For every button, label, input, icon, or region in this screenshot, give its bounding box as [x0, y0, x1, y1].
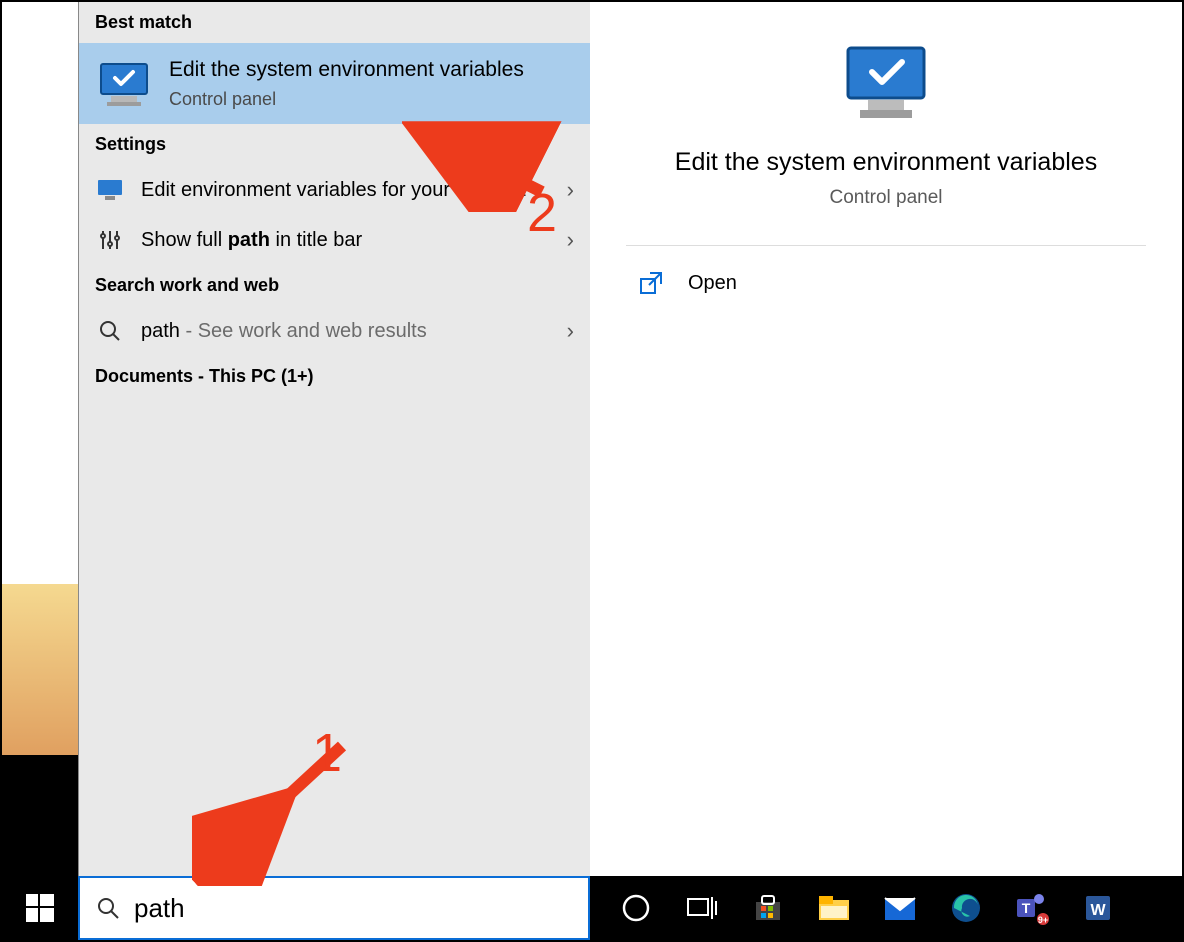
teams-icon[interactable]: T 9+	[1012, 888, 1052, 928]
best-match-title: Edit the system environment variables	[169, 57, 572, 83]
settings-item-show-full-path[interactable]: Show full path in title bar ›	[79, 215, 590, 265]
chevron-right-icon: ›	[567, 318, 574, 344]
word-icon[interactable]: W	[1078, 888, 1118, 928]
chevron-right-icon: ›	[567, 177, 574, 203]
result-preview-pane: Edit the system environment variables Co…	[590, 2, 1182, 876]
search-web-header: Search work and web	[79, 265, 590, 306]
microsoft-store-icon[interactable]	[748, 888, 788, 928]
taskbar: T 9+ W	[590, 876, 1182, 940]
settings-item-label: Edit environment variables for your acco…	[141, 178, 551, 203]
web-search-item[interactable]: path - See work and web results ›	[79, 306, 590, 356]
settings-item-edit-user-env-vars[interactable]: Edit environment variables for your acco…	[79, 165, 590, 215]
chevron-right-icon: ›	[567, 227, 574, 253]
svg-text:W: W	[1090, 902, 1106, 919]
preview-subtitle: Control panel	[829, 187, 942, 209]
taskbar-search-input[interactable]	[78, 876, 590, 940]
open-external-icon	[638, 270, 664, 296]
search-icon	[95, 320, 125, 342]
monitor-icon	[95, 179, 125, 201]
file-explorer-icon[interactable]	[814, 888, 854, 928]
edge-browser-icon[interactable]	[946, 888, 986, 928]
svg-text:T: T	[1022, 900, 1031, 916]
best-match-header: Best match	[79, 2, 590, 43]
search-text-field[interactable]	[134, 893, 572, 924]
start-button[interactable]	[2, 876, 78, 940]
settings-header: Settings	[79, 124, 590, 165]
sliders-icon	[95, 228, 125, 252]
search-results-panel: Best match Edit the system environment v…	[78, 2, 590, 876]
task-view-button[interactable]	[682, 888, 722, 928]
search-icon	[96, 896, 120, 920]
windows-logo-icon	[26, 894, 54, 922]
preview-title: Edit the system environment variables	[635, 148, 1137, 177]
monitor-check-icon	[97, 60, 151, 108]
monitor-check-icon	[840, 42, 932, 124]
documents-header: Documents - This PC (1+)	[79, 356, 590, 397]
desktop-background	[2, 2, 78, 876]
cortana-button[interactable]	[616, 888, 656, 928]
web-search-label: path - See work and web results	[141, 319, 551, 344]
settings-item-label: Show full path in title bar	[141, 228, 551, 253]
best-match-result[interactable]: Edit the system environment variables Co…	[79, 43, 590, 124]
open-label: Open	[688, 272, 737, 295]
open-action[interactable]: Open	[590, 246, 1182, 320]
svg-text:9+: 9+	[1038, 915, 1048, 925]
mail-icon[interactable]	[880, 888, 920, 928]
best-match-subtitle: Control panel	[169, 89, 572, 110]
